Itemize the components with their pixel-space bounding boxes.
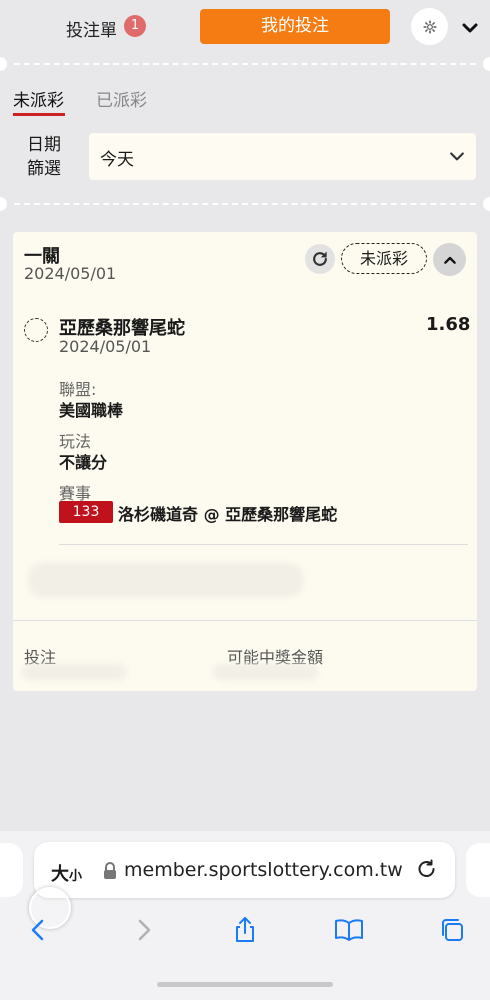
- betslip-label[interactable]: 投注單: [66, 16, 117, 41]
- collapse-button[interactable]: [433, 243, 466, 276]
- settings-button[interactable]: [411, 8, 448, 45]
- tabs-icon[interactable]: [438, 916, 466, 944]
- date-filter-label: 日期篩選: [27, 135, 61, 179]
- event-number-badge: 133: [59, 501, 113, 523]
- date-filter-select[interactable]: [89, 133, 476, 180]
- selection-odds: 1.68: [426, 314, 471, 335]
- url-text[interactable]: member.sportslottery.com.tw: [124, 859, 403, 881]
- home-indicator: [157, 982, 333, 987]
- previous-tab-preview[interactable]: [0, 843, 23, 897]
- text-size-button[interactable]: 大小: [51, 860, 82, 886]
- back-icon[interactable]: [24, 916, 52, 944]
- divider-notch: [0, 197, 7, 211]
- dashed-divider: [14, 63, 476, 65]
- active-tab-indicator: [13, 113, 65, 116]
- market-value: 不讓分: [59, 453, 108, 472]
- bookmarks-icon[interactable]: [333, 916, 365, 944]
- pending-status-icon: [24, 318, 48, 342]
- event-name: 洛杉磯道奇 @ 亞歷桑那響尾蛇: [118, 505, 338, 524]
- divider: [13, 620, 477, 621]
- text-size-big: 大: [51, 864, 69, 885]
- betslip-count-badge: 1: [124, 15, 146, 37]
- gear-icon: [422, 19, 437, 34]
- league-value: 美國職棒: [59, 401, 124, 420]
- dashed-divider: [14, 203, 476, 205]
- chevron-down-icon: [450, 152, 464, 161]
- status-badge: 未派彩: [341, 243, 427, 274]
- chevron-up-icon: [443, 256, 456, 264]
- redacted-area: [213, 664, 318, 680]
- divider-notch: [483, 197, 490, 211]
- bet-date: 2024/05/01: [24, 264, 117, 283]
- text-size-small: 小: [69, 869, 83, 884]
- redacted-area: [28, 563, 303, 597]
- refresh-icon: [313, 251, 327, 266]
- selection-date: 2024/05/01: [59, 337, 152, 356]
- lock-icon: [104, 862, 116, 879]
- reload-icon[interactable]: [415, 858, 439, 882]
- tab-unsettled[interactable]: 未派彩: [13, 86, 64, 111]
- divider-notch: [0, 57, 7, 71]
- forward-icon[interactable]: [130, 916, 158, 944]
- tab-settled[interactable]: 已派彩: [96, 86, 147, 111]
- redacted-area: [22, 664, 127, 680]
- divider-notch: [483, 57, 490, 71]
- refresh-button[interactable]: [305, 244, 335, 274]
- date-filter-value: 今天: [100, 150, 134, 170]
- next-tab-preview[interactable]: [466, 843, 490, 897]
- share-icon[interactable]: [231, 916, 259, 944]
- my-bets-button[interactable]: 我的投注: [200, 9, 390, 44]
- chevron-down-icon[interactable]: [458, 16, 482, 40]
- divider: [59, 544, 468, 545]
